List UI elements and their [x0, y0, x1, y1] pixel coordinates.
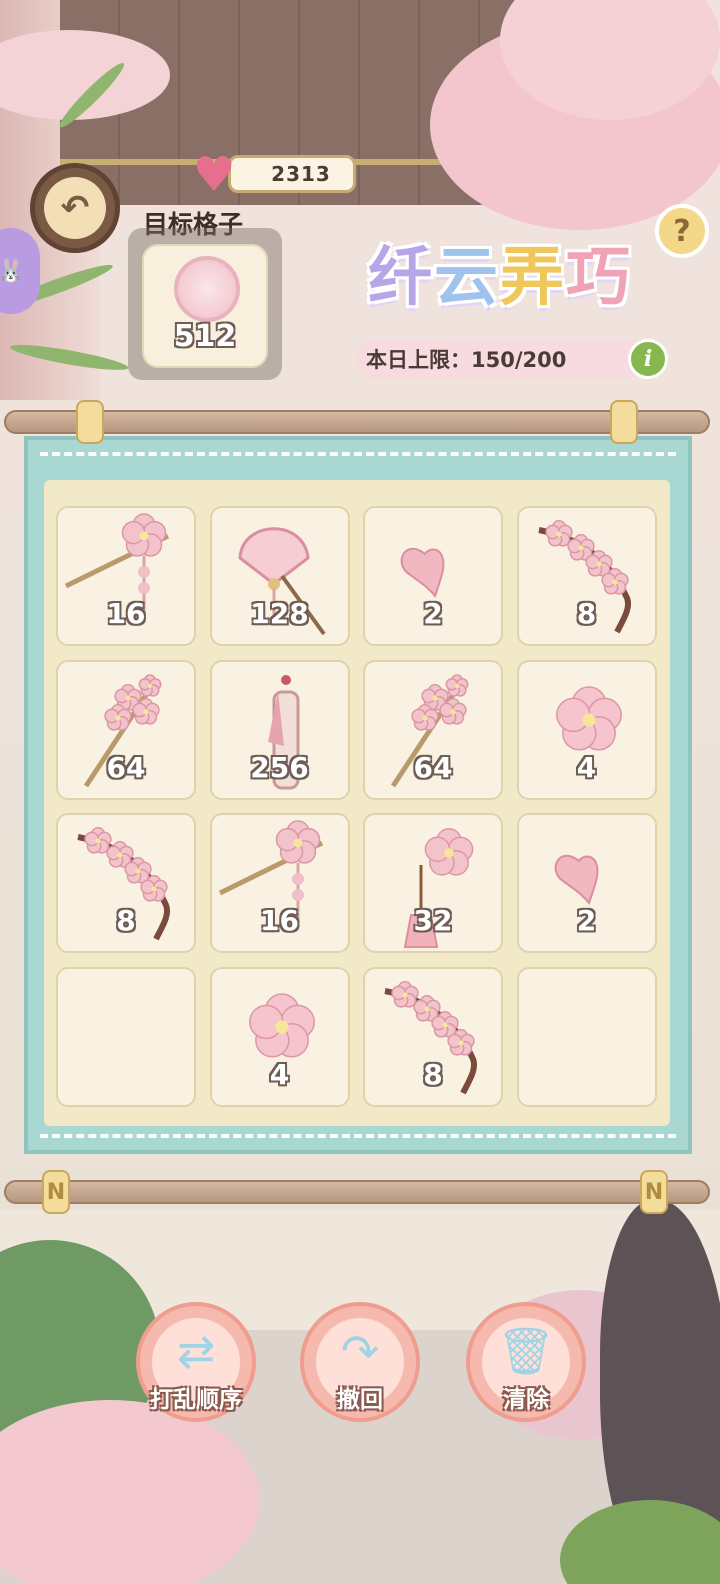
title-char: 巧 — [566, 241, 632, 315]
tile-value: 8 — [576, 597, 597, 630]
title-char: 弄 — [500, 241, 566, 315]
tile-value: 8 — [423, 1057, 443, 1091]
back-arrow-icon: ↶ — [60, 188, 90, 228]
tile-value: 16 — [260, 904, 299, 937]
trash-icon: 🗑 — [496, 1324, 556, 1378]
clear-label: 清除 — [503, 1387, 549, 1413]
scroll-rod-bottom: N N — [4, 1170, 710, 1214]
clear-button[interactable]: 🗑 清除 — [466, 1302, 586, 1422]
tile-value: 64 — [106, 750, 146, 784]
target-cell: 512 — [142, 244, 268, 368]
grid-cell[interactable]: 4 — [516, 659, 657, 800]
shuffle-icon: ⇄ — [176, 1324, 216, 1378]
tile-value: 8 — [116, 904, 136, 937]
grid-cell[interactable]: 16 — [56, 506, 196, 646]
info-icon: i — [643, 346, 653, 372]
grid-cell[interactable]: 8 — [516, 506, 657, 646]
question-icon: ? — [673, 213, 691, 249]
grid-cell[interactable]: 64 — [56, 659, 196, 800]
rod-cap — [76, 400, 104, 444]
daily-limit-text: 本日上限：150/200 — [366, 348, 567, 372]
tile-value: 32 — [413, 904, 453, 937]
target-value: 512 — [173, 319, 237, 354]
back-button[interactable]: ↶ — [30, 163, 120, 253]
grid-cell[interactable]: 2 — [363, 506, 503, 646]
tile-value: 4 — [269, 1057, 290, 1091]
tile-value: 2 — [576, 904, 597, 937]
help-button[interactable]: ? — [655, 204, 709, 258]
shuffle-label: 打乱顺序 — [150, 1387, 242, 1413]
grid-cell[interactable]: 8 — [363, 966, 503, 1107]
rod-cap — [610, 400, 638, 444]
grid-cell-empty[interactable] — [516, 966, 657, 1107]
grid-cell[interactable]: 16 — [209, 813, 350, 953]
grid-cell[interactable]: 64 — [363, 659, 503, 800]
heart-icon: ♥ — [192, 147, 236, 203]
undo-label: 撤回 — [337, 1387, 383, 1413]
daily-limit-badge: 本日上限：150/200 — [356, 339, 646, 379]
rod-cap: N — [640, 1170, 668, 1214]
undo-icon: ↷ — [340, 1324, 380, 1378]
bunny-side-button[interactable]: 🐰 — [0, 228, 40, 314]
currency-value: 2313 — [271, 162, 331, 186]
tile-value: 128 — [250, 597, 309, 630]
tile-value: 16 — [106, 597, 146, 630]
game-title: 纤云弄巧 — [368, 226, 632, 318]
grid-cell[interactable]: 128 — [209, 506, 350, 646]
scroll-rod-top — [4, 400, 710, 444]
title-char: 纤 — [368, 241, 434, 315]
tile-value: 64 — [413, 750, 453, 784]
grid-cell[interactable]: 4 — [209, 966, 350, 1107]
grid-cell[interactable]: 32 — [363, 813, 503, 953]
rod-cap: N — [42, 1170, 70, 1214]
shuffle-button[interactable]: ⇄ 打乱顺序 — [136, 1302, 256, 1422]
round-fan-icon — [174, 256, 240, 322]
grid-cell[interactable]: 256 — [209, 659, 350, 800]
target-panel: 512 — [128, 228, 282, 380]
grid-cell[interactable]: 2 — [516, 813, 657, 953]
tile-value: 2 — [423, 597, 443, 630]
undo-button[interactable]: ↷ 撤回 — [300, 1302, 420, 1422]
info-button[interactable]: i — [628, 339, 668, 379]
grid-cell-empty[interactable] — [56, 966, 196, 1107]
bunny-icon: 🐰 — [0, 258, 25, 284]
currency-display: 2313 — [228, 155, 356, 193]
title-char: 云 — [434, 241, 500, 315]
tile-value: 4 — [576, 750, 597, 784]
grid-cell[interactable]: 8 — [56, 813, 196, 953]
tile-value: 256 — [250, 750, 309, 784]
